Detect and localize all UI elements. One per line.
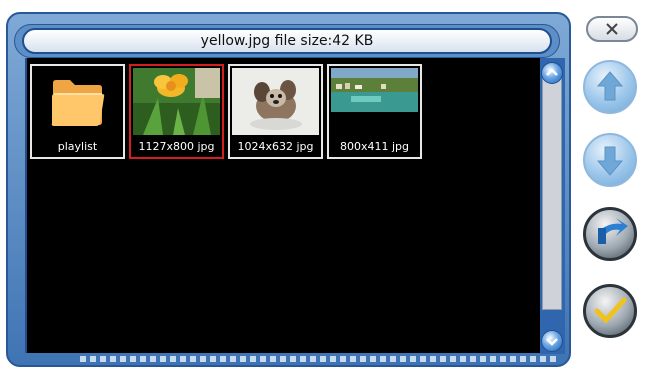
scroll-up-button[interactable] — [541, 62, 563, 84]
title-bar: yellow.jpg file size:42 KB — [22, 28, 552, 54]
thumbnail-grid: playlist 1127x800 jpg 1024x632 jpg 800x4… — [25, 58, 540, 353]
lake-photo — [331, 68, 418, 112]
close-button[interactable] — [586, 16, 638, 42]
thumbnail-playlist[interactable]: playlist — [30, 64, 125, 159]
thumbnail-caption: 1024x632 jpg — [237, 140, 314, 153]
file-info-title: yellow.jpg file size:42 KB — [200, 33, 374, 49]
back-arrow-icon — [598, 218, 628, 244]
dog-photo — [232, 68, 319, 135]
bottom-decoration — [80, 356, 560, 362]
checkmark-icon — [594, 297, 627, 324]
thumbnail-caption: 800x411 jpg — [339, 140, 410, 153]
close-icon — [606, 23, 618, 35]
thumbnail-lake-village[interactable]: 800x411 jpg — [327, 64, 422, 159]
thumbnail-dog[interactable]: 1024x632 jpg — [228, 64, 323, 159]
back-button[interactable] — [583, 207, 637, 261]
scroll-down-button[interactable] — [541, 330, 563, 352]
down-arrow-icon — [596, 146, 624, 176]
thumbnail-caption: playlist — [57, 140, 98, 153]
chevron-down-icon — [546, 338, 558, 346]
page-up-button[interactable] — [583, 60, 637, 114]
page-down-button[interactable] — [583, 133, 637, 187]
confirm-button[interactable] — [583, 284, 637, 338]
flower-photo — [133, 68, 220, 135]
folder-icon — [34, 68, 121, 135]
thumbnail-yellow-flower[interactable]: 1127x800 jpg — [129, 64, 224, 159]
thumbnail-caption: 1127x800 jpg — [138, 140, 215, 153]
chevron-up-icon — [546, 68, 558, 76]
up-arrow-icon — [596, 71, 624, 101]
scrollbar-track[interactable] — [542, 78, 562, 310]
